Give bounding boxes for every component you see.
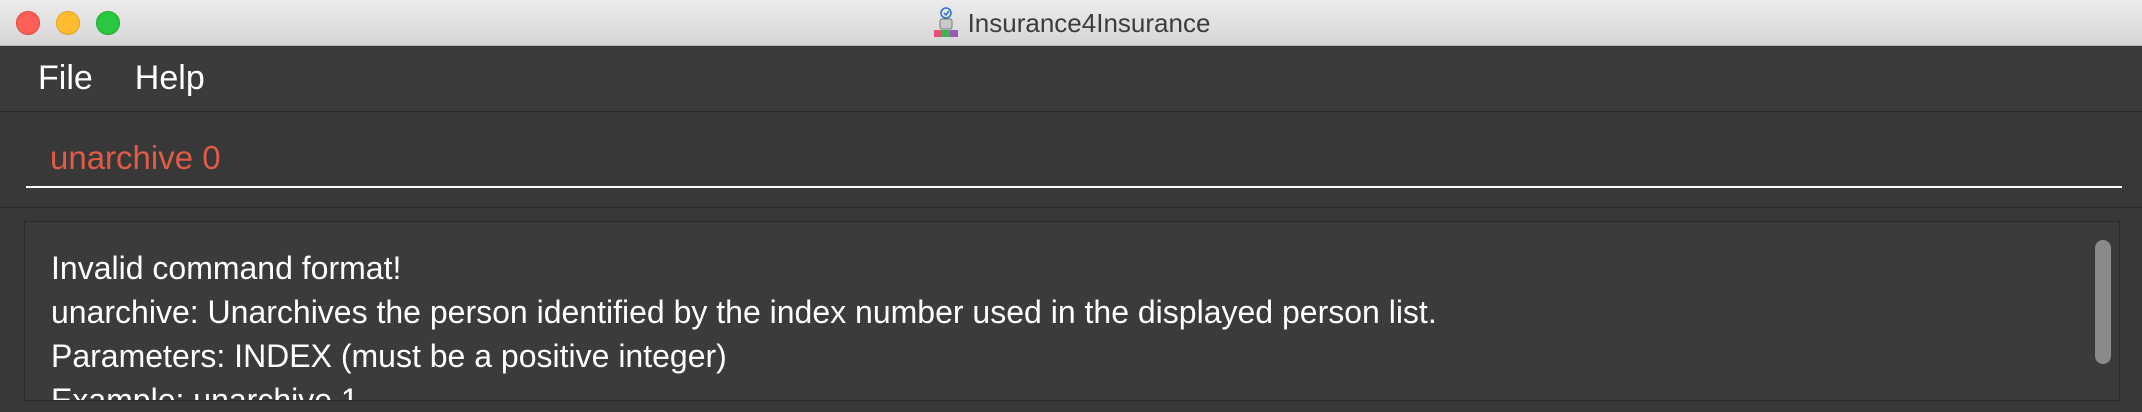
menu-help[interactable]: Help [135, 59, 205, 98]
result-scrollbar[interactable] [2095, 240, 2111, 364]
command-box-panel [0, 112, 2142, 208]
result-line: Parameters: INDEX (must be a positive in… [51, 338, 727, 374]
app-window: Insurance4Insurance File Help Invalid co… [0, 0, 2142, 412]
title-bar: Insurance4Insurance [0, 0, 2142, 46]
result-line: unarchive: Unarchives the person identif… [51, 294, 1437, 330]
insurance-app-icon [932, 7, 960, 39]
result-line: Example: unarchive 1 [51, 382, 359, 401]
result-display[interactable]: Invalid command format! unarchive: Unarc… [24, 221, 2120, 401]
menu-bar: File Help [0, 46, 2142, 112]
window-title-group: Insurance4Insurance [0, 0, 2142, 46]
menu-file[interactable]: File [38, 59, 93, 98]
window-title: Insurance4Insurance [967, 7, 1211, 38]
result-line: Invalid command format! [51, 250, 402, 286]
command-input[interactable] [26, 130, 2122, 188]
result-message: Invalid command format! unarchive: Unarc… [51, 246, 2051, 401]
result-display-panel: Invalid command format! unarchive: Unarc… [0, 208, 2142, 412]
